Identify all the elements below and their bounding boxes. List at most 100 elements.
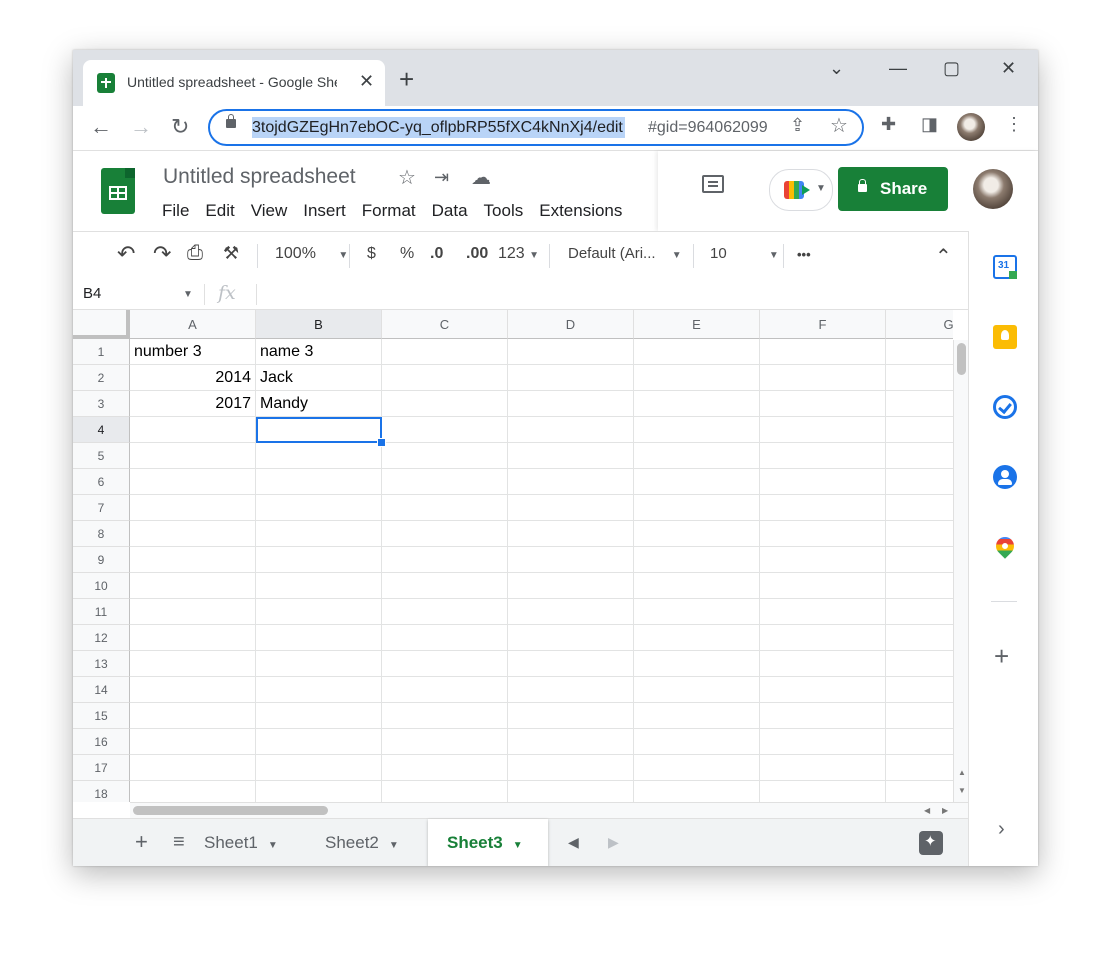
grid-cell[interactable] [634, 391, 760, 417]
account-avatar[interactable] [973, 169, 1013, 209]
grid-cell[interactable] [634, 339, 760, 365]
grid-cell[interactable] [130, 729, 256, 755]
horizontal-scroll-thumb[interactable] [133, 806, 328, 815]
grid-cell[interactable] [760, 703, 886, 729]
side-panel-icon[interactable]: ◨ [921, 114, 938, 135]
column-header-e[interactable]: E [634, 310, 760, 339]
grid-cell[interactable] [256, 573, 382, 599]
grid-cell[interactable] [634, 703, 760, 729]
increase-decimal-button[interactable]: .00 [466, 245, 488, 263]
grid-cell[interactable] [130, 443, 256, 469]
grid-cell[interactable] [760, 443, 886, 469]
row-header-8[interactable]: 8 [73, 521, 130, 547]
cell-a1[interactable]: number 3 [130, 339, 256, 365]
grid-cell[interactable] [760, 755, 886, 781]
maps-icon[interactable] [992, 533, 1018, 559]
share-button[interactable]: Share [838, 167, 948, 211]
grid-cell[interactable] [130, 625, 256, 651]
grid-cell[interactable] [382, 417, 508, 443]
grid-cell[interactable] [886, 365, 953, 391]
next-sheet-icon[interactable]: ▶ [608, 834, 619, 851]
back-icon[interactable]: ← [90, 114, 112, 140]
cell-b3[interactable]: Mandy [256, 391, 382, 417]
grid-cell[interactable] [508, 755, 634, 781]
grid-cell[interactable] [760, 677, 886, 703]
grid-cell[interactable] [382, 547, 508, 573]
grid-cell[interactable] [634, 495, 760, 521]
reload-icon[interactable]: ↻ [171, 114, 189, 140]
fill-handle[interactable] [377, 438, 386, 447]
grid-cell[interactable] [382, 781, 508, 802]
grid-cell[interactable] [508, 781, 634, 802]
grid-cell[interactable] [760, 521, 886, 547]
maximize-icon[interactable]: ▢ [943, 58, 960, 79]
document-title[interactable]: Untitled spreadsheet [163, 165, 356, 189]
grid-cell[interactable] [382, 729, 508, 755]
grid-cell[interactable] [886, 651, 953, 677]
lock-icon[interactable] [226, 114, 236, 128]
grid-cell[interactable] [382, 755, 508, 781]
grid-cell[interactable] [130, 495, 256, 521]
explore-icon[interactable] [919, 831, 943, 855]
grid-cell[interactable] [886, 417, 953, 443]
grid-cell[interactable] [760, 547, 886, 573]
grid-cell[interactable] [130, 599, 256, 625]
extensions-icon[interactable]: ✚ [881, 114, 896, 135]
font-size-select[interactable]: 10 ▼ [710, 245, 779, 262]
row-header-10[interactable]: 10 [73, 573, 130, 599]
paint-format-icon[interactable]: ⚒ [223, 243, 239, 264]
grid-cell[interactable] [256, 469, 382, 495]
grid-cell[interactable] [760, 365, 886, 391]
horizontal-scrollbar[interactable]: ◀ ▶ [130, 802, 968, 818]
grid-cell[interactable] [130, 651, 256, 677]
decrease-decimal-button[interactable]: .0 [430, 245, 443, 263]
vertical-scroll-thumb[interactable] [957, 343, 966, 375]
name-box[interactable]: B4 [83, 285, 101, 302]
grid-cell[interactable] [760, 625, 886, 651]
grid-cell[interactable] [508, 677, 634, 703]
kebab-menu-icon[interactable]: ⋮ [1005, 114, 1023, 135]
grid-cell[interactable] [508, 651, 634, 677]
column-header-c[interactable]: C [382, 310, 508, 339]
row-header-6[interactable]: 6 [73, 469, 130, 495]
chevron-down-icon[interactable]: — [889, 58, 907, 79]
grid-cell[interactable] [382, 677, 508, 703]
more-icon[interactable]: ••• [797, 247, 811, 262]
row-header-4[interactable]: 4 [73, 417, 130, 443]
row-header-15[interactable]: 15 [73, 703, 130, 729]
column-header-f[interactable]: F [760, 310, 886, 339]
print-icon[interactable]: ⎙ [187, 242, 203, 265]
new-tab-icon[interactable]: + [399, 66, 414, 92]
menu-data[interactable]: Data [432, 201, 468, 221]
grid-cell[interactable] [886, 339, 953, 365]
currency-format-button[interactable]: $ [367, 245, 376, 263]
grid-cell[interactable] [634, 781, 760, 802]
chevron-down-icon[interactable]: ▼ [183, 289, 193, 300]
grid-cell[interactable] [886, 599, 953, 625]
row-header-14[interactable]: 14 [73, 677, 130, 703]
row-header-11[interactable]: 11 [73, 599, 130, 625]
column-header-a[interactable]: A [130, 310, 256, 339]
keep-icon[interactable] [993, 325, 1017, 349]
column-header-d[interactable]: D [508, 310, 634, 339]
grid-cell[interactable] [886, 781, 953, 802]
grid-cell[interactable] [634, 625, 760, 651]
cell-a2[interactable]: 2014 [130, 365, 256, 391]
meet-button[interactable]: ▼ [769, 169, 833, 211]
grid-cell[interactable] [256, 547, 382, 573]
grid-cell[interactable] [508, 339, 634, 365]
row-header-7[interactable]: 7 [73, 495, 130, 521]
contacts-icon[interactable] [993, 465, 1017, 489]
row-header-13[interactable]: 13 [73, 651, 130, 677]
grid-cell[interactable] [508, 365, 634, 391]
grid-cell[interactable] [760, 495, 886, 521]
grid-cell[interactable] [256, 625, 382, 651]
font-select[interactable]: Default (Ari... ▼ [568, 245, 682, 262]
grid-cell[interactable] [634, 469, 760, 495]
scroll-up-icon[interactable]: ▲ [958, 768, 966, 777]
menu-format[interactable]: Format [362, 201, 416, 221]
grid-cell[interactable] [382, 599, 508, 625]
grid-cell[interactable] [256, 729, 382, 755]
grid-cell[interactable] [382, 521, 508, 547]
cloud-status-icon[interactable]: ☁ [471, 165, 491, 190]
